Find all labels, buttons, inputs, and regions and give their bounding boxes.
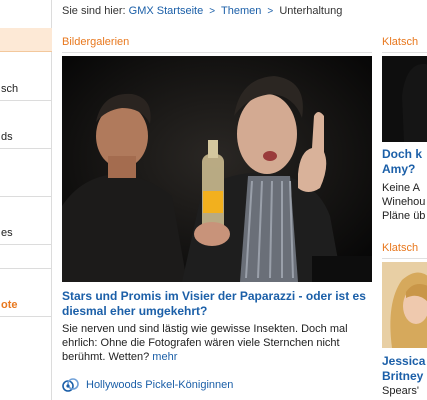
gallery-photo-image bbox=[62, 56, 372, 282]
gossip-teaser-1-line1: Keine A bbox=[382, 182, 420, 194]
breadcrumb: Sie sind hier: GMX Startseite > Themen >… bbox=[62, 5, 342, 17]
sidebar-item-label: es bbox=[1, 227, 13, 239]
article-teaser-text: Sie nerven und sind lästig wie gewisse I… bbox=[62, 323, 348, 363]
section-title-galleries: Bildergalerien bbox=[62, 33, 372, 53]
sidebar-item-active[interactable] bbox=[0, 28, 52, 52]
sidebar-item[interactable]: ds bbox=[0, 125, 52, 149]
sidebar-item-label: ds bbox=[1, 131, 13, 143]
gossip-teaser-1: Keine A Winehou Pläne üb bbox=[382, 181, 425, 223]
sidebar-item[interactable] bbox=[0, 245, 52, 269]
gossip-teaser-2-line1: Spears' bbox=[382, 385, 419, 397]
related-gallery-label: Hollywoods Pickel-Königinnen bbox=[86, 379, 234, 391]
gossip-teaser-1-line3: Pläne üb bbox=[382, 210, 426, 222]
gossip-headline-2-line2: Britney bbox=[382, 369, 424, 383]
gallery-icon bbox=[62, 378, 79, 392]
gossip-headline-2[interactable]: Jessica Britney Spears' bbox=[382, 354, 425, 399]
gossip-thumbnail-2[interactable] bbox=[382, 262, 427, 348]
breadcrumb-prefix: Sie sind hier: bbox=[62, 5, 126, 17]
sidebar-item[interactable]: es bbox=[0, 221, 52, 245]
breadcrumb-current: Unterhaltung bbox=[279, 5, 343, 17]
left-sidebar: sch ds es ote bbox=[0, 0, 52, 400]
gossip-teaser-1-line2: Winehou bbox=[382, 196, 426, 208]
sidebar-item-label: ote bbox=[1, 299, 18, 311]
article-teaser: Sie nerven und sind lästig wie gewisse I… bbox=[62, 322, 374, 364]
more-link[interactable]: mehr bbox=[152, 351, 177, 363]
gallery-photo[interactable] bbox=[62, 56, 372, 282]
breadcrumb-separator-icon: > bbox=[209, 6, 216, 17]
article-headline[interactable]: Stars und Promis im Visier der Paparazzi… bbox=[62, 289, 374, 319]
breadcrumb-link-home[interactable]: GMX Startseite bbox=[129, 5, 204, 17]
related-gallery-link[interactable]: Hollywoods Pickel-Königinnen bbox=[62, 377, 233, 393]
sidebar-item[interactable]: sch bbox=[0, 77, 52, 101]
gossip-headline-1-line1: Doch k bbox=[382, 147, 423, 161]
breadcrumb-separator-icon: > bbox=[267, 6, 274, 17]
gossip-thumbnail-1-image bbox=[382, 56, 427, 142]
gossip-headline-2-line1: Jessica bbox=[382, 354, 426, 368]
sidebar-item-label: sch bbox=[1, 83, 19, 95]
section-title-gossip-2: Klatsch bbox=[382, 239, 427, 259]
sidebar-item[interactable] bbox=[0, 173, 52, 197]
sidebar-item-highlight[interactable]: ote bbox=[0, 293, 52, 317]
breadcrumb-link-topics[interactable]: Themen bbox=[221, 5, 261, 17]
gossip-headline-1-line2: Amy? bbox=[382, 162, 416, 176]
section-title-gossip: Klatsch bbox=[382, 33, 427, 53]
gossip-thumbnail-1[interactable] bbox=[382, 56, 427, 142]
gossip-thumbnail-2-image bbox=[382, 262, 427, 348]
gossip-headline-1[interactable]: Doch k Amy? bbox=[382, 147, 422, 177]
